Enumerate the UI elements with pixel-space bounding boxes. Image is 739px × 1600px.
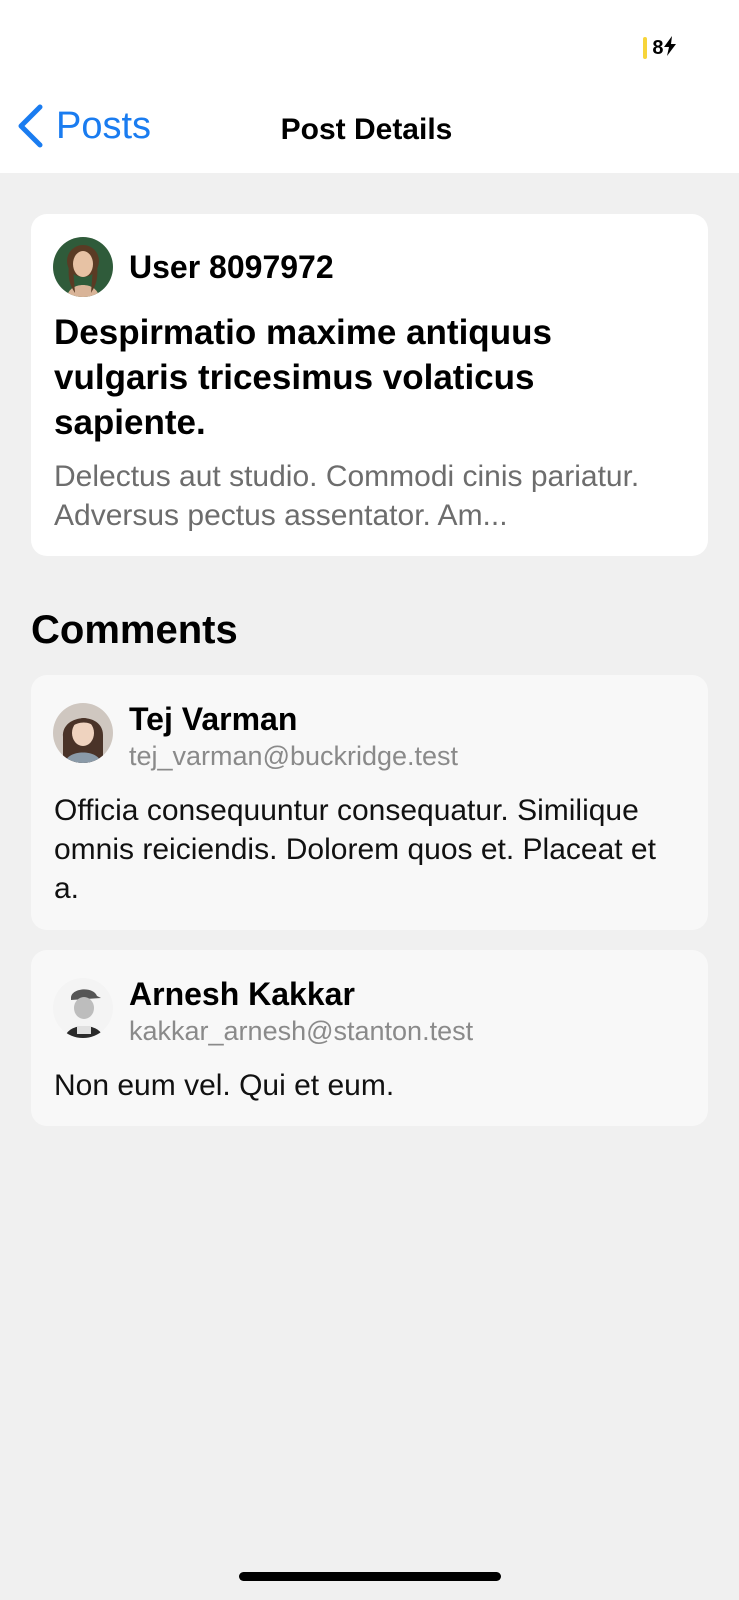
header: 8 Posts Post Details — [0, 0, 739, 173]
comments-heading: Comments — [31, 608, 238, 652]
comment-author-avatar — [53, 978, 113, 1038]
battery-indicator: 8 — [643, 36, 677, 60]
post-details-screen: 8 Posts Post Details User 8097972 Despir… — [0, 0, 739, 1600]
post-title: Despirmatio maxime antiquus vulgaris tri… — [54, 313, 552, 442]
page-title: Post Details — [280, 113, 453, 146]
comment-author-email: tej_varman@buckridge.test — [129, 741, 459, 771]
comment-author-name: Arnesh Kakkar — [129, 976, 355, 1012]
comment-author-email: kakkar_arnesh@stanton.test — [129, 1016, 474, 1046]
home-indicator[interactable] — [239, 1572, 501, 1581]
battery-percent: 8 — [652, 36, 677, 60]
comment-author-name: Tej Varman — [129, 701, 298, 737]
charging-bolt-icon — [664, 36, 676, 56]
comment-author-avatar — [53, 703, 113, 763]
comment-body: Non eum vel. Qui et eum. — [54, 1069, 395, 1102]
post-author-name: User 8097972 — [129, 249, 334, 285]
comment-card: Arnesh Kakkar kakkar_arnesh@stanton.test… — [31, 950, 708, 1126]
comment-body: Officia consequuntur consequatur. Simili… — [54, 794, 656, 905]
post-author-avatar — [53, 237, 113, 297]
post-body: Delectus aut studio. Commodi cinis paria… — [54, 460, 640, 532]
comment-card: Tej Varman tej_varman@buckridge.test Off… — [31, 675, 708, 930]
post-card: User 8097972 Despirmatio maxime antiquus… — [31, 214, 708, 556]
battery-level-bar — [643, 37, 648, 59]
